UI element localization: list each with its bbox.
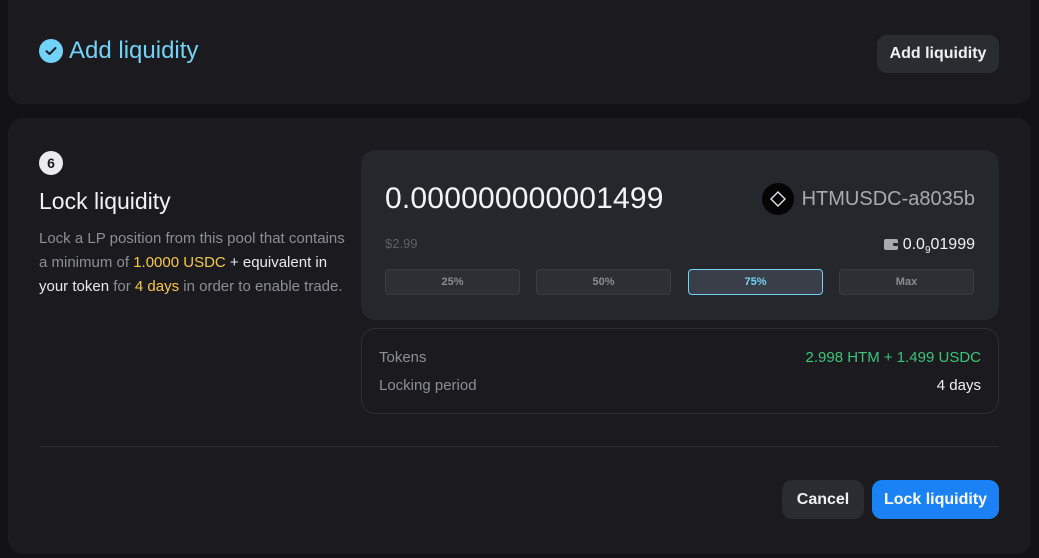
tokens-row: Tokens 2.998 HTM + 1.499 USDC [379,349,981,366]
step-number-badge: 6 [39,151,63,175]
check-circle-icon [39,39,63,63]
min-amount-highlight: 1.0000 USDC [133,254,226,271]
add-liquidity-title: Add liquidity [69,37,199,64]
wallet-icon [883,237,899,256]
lock-liquidity-button[interactable]: Lock liquidity [872,480,999,519]
percent-25-button[interactable]: 25% [385,269,520,295]
percent-50-button[interactable]: 50% [536,269,671,295]
token-selector: HTMUSDC-a8035b [761,183,975,215]
add-liquidity-step-title: Add liquidity [39,37,198,65]
period-highlight: 4 days [134,278,180,295]
locking-period-row: Locking period 4 days [379,377,981,394]
lock-liquidity-title: Lock liquidity [39,188,171,214]
tokens-value: 2.998 HTM + 1.499 USDC [805,349,982,366]
cancel-button[interactable]: Cancel [782,480,864,519]
amount-input[interactable]: 0.000000000001499 [385,182,664,216]
lock-liquidity-description: Lock a LP position from this pool that c… [39,227,349,299]
divider [39,446,999,447]
diamond-icon [761,183,794,215]
tokens-label: Tokens [379,349,427,366]
wallet-balance[interactable]: 0.0901999 [883,236,975,256]
desc-text-3: for [109,278,135,295]
amount-input-panel: 0.000000000001499 HTMUSDC-a8035b $2.99 0… [361,150,999,320]
token-name: HTMUSDC-a8035b [801,187,975,210]
locking-period-value: 4 days [936,377,981,394]
balance-main: 0.0 [902,236,925,253]
balance-rest: 01999 [930,236,976,253]
locking-period-label: Locking period [379,377,477,394]
balance-value: 0.0901999 [903,236,975,256]
desc-text-4: in order to enable trade. [179,278,343,295]
add-liquidity-button[interactable]: Add liquidity [877,35,999,73]
lock-summary-panel: Tokens 2.998 HTM + 1.499 USDC Locking pe… [361,328,999,414]
usd-value: $2.99 [385,236,418,251]
percent-75-button[interactable]: 75% [688,269,823,295]
percent-max-button[interactable]: Max [839,269,974,295]
